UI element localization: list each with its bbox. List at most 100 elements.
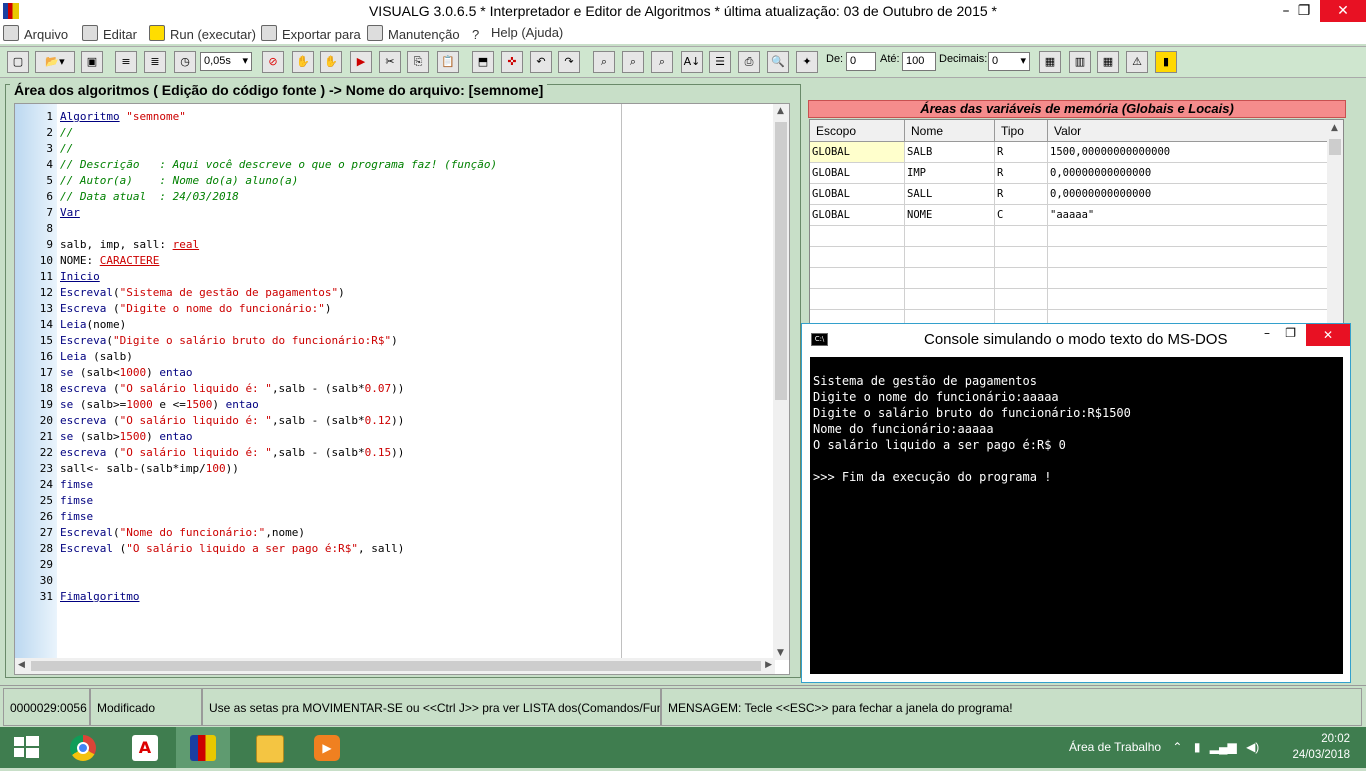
code-line[interactable]: 31 Fimalgoritmo <box>15 589 635 605</box>
exit-icon[interactable]: ▮ <box>1155 51 1177 73</box>
menu-manutencao[interactable]: Manutenção <box>367 25 460 42</box>
decimais-select[interactable]: 0 ▾ <box>988 52 1030 71</box>
restore-button[interactable]: ❐ <box>1286 0 1322 22</box>
start-button[interactable] <box>0 727 54 768</box>
speed-select[interactable]: 0,05s ▾ <box>200 52 252 71</box>
code-line[interactable]: 14 Leia(nome) <box>15 317 635 333</box>
console-close-button[interactable]: ✕ <box>1306 324 1350 346</box>
binoculars-icon[interactable]: ⌕ <box>593 51 615 73</box>
timer-icon[interactable]: ◷ <box>174 51 196 73</box>
code-editor[interactable]: 1 Algoritmo "semnome" 2 // 3 // 4 // Descrição … <box>14 103 790 675</box>
paste-icon[interactable]: 📋 <box>437 51 459 73</box>
code-line[interactable]: 24 fimse <box>15 477 635 493</box>
scroll-up-icon[interactable]: ▲ <box>1331 123 1338 133</box>
table-row[interactable] <box>810 267 1332 289</box>
signal-icon[interactable]: ▂▄▆ <box>1210 740 1237 754</box>
close-button[interactable]: ✕ <box>1320 0 1366 22</box>
code-line[interactable]: 28 Escreval ("O salário liquido a ser pag… <box>15 541 635 557</box>
menu-help[interactable]: ? Help (Ajuda) <box>472 25 563 42</box>
scroll-up-icon[interactable]: ▲ <box>777 106 784 116</box>
code-line[interactable]: 16 Leia (salb) <box>15 349 635 365</box>
visualg-taskbar-button[interactable] <box>176 727 230 768</box>
menu-arquivo[interactable]: Arquivo <box>3 25 68 42</box>
sort-icon[interactable]: A↓ <box>681 51 703 73</box>
warning-icon[interactable]: ⚠ <box>1126 51 1148 73</box>
print-icon[interactable]: ⎙ <box>738 51 760 73</box>
hand-icon[interactable]: ✋ <box>292 51 314 73</box>
code-line[interactable]: 4 // Descrição : Aqui você descreve o que… <box>15 157 635 173</box>
wand-icon[interactable]: ✦ <box>796 51 818 73</box>
code-line[interactable]: 8 <box>15 221 635 237</box>
find-next-icon[interactable]: ⌕ <box>651 51 673 73</box>
code-line[interactable]: 20 escreva ("O salário liquido é: ",salb … <box>15 413 635 429</box>
column-valor[interactable]: Valor <box>1047 120 1332 142</box>
new-file-icon[interactable]: ▢ <box>7 51 29 73</box>
save-icon[interactable]: ▣ <box>81 51 103 73</box>
code-line[interactable]: 27 Escreval("Nome do funcionário:",nome) <box>15 525 635 541</box>
find-replace-icon[interactable]: ⌕ <box>622 51 644 73</box>
code-line[interactable]: 21 se (salb>1500) entao <box>15 429 635 445</box>
menu-editar[interactable]: Editar <box>82 25 137 42</box>
undo-icon[interactable]: ↶ <box>530 51 552 73</box>
comment-icon[interactable]: ⬒ <box>472 51 494 73</box>
cut-icon[interactable]: ✂ <box>379 51 401 73</box>
unindent-icon[interactable]: ≣ <box>144 51 166 73</box>
code-line[interactable]: 15 Escreva("Digite o salário bruto do fun… <box>15 333 635 349</box>
editor-horizontal-scrollbar[interactable]: ◀ ▶ <box>15 658 775 674</box>
table-row[interactable]: GLOBAL NOME C "aaaaa" <box>810 204 1332 226</box>
code-line[interactable]: 3 // <box>15 141 635 157</box>
code-line[interactable]: 30 <box>15 573 635 589</box>
code-line[interactable]: 9 salb, imp, sall: real <box>15 237 635 253</box>
media-taskbar-button[interactable]: ▶ <box>300 727 354 768</box>
breakpoint-icon[interactable]: ✋ <box>320 51 342 73</box>
code-line[interactable]: 2 // <box>15 125 635 141</box>
column-nome[interactable]: Nome <box>904 120 995 142</box>
scroll-thumb[interactable] <box>31 661 761 671</box>
scroll-down-icon[interactable]: ▼ <box>777 648 784 658</box>
calendar-icon[interactable]: ▦ <box>1039 51 1061 73</box>
code-line[interactable]: 25 fimse <box>15 493 635 509</box>
variables-scrollbar[interactable]: ▲ <box>1327 120 1343 328</box>
table-row[interactable]: GLOBAL SALL R 0,00000000000000 <box>810 183 1332 205</box>
open-file-icon[interactable]: 📂▾ <box>35 51 75 73</box>
menu-run[interactable]: Run (executar) <box>149 25 256 42</box>
table-icon[interactable]: ▦ <box>1097 51 1119 73</box>
code-line[interactable]: 18 escreva ("O salário liquido é: ",salb … <box>15 381 635 397</box>
code-line[interactable]: 1 Algoritmo "semnome" <box>15 109 635 125</box>
code-line[interactable]: 13 Escreva ("Digite o nome do funcionário… <box>15 301 635 317</box>
table-row[interactable] <box>810 246 1332 268</box>
code-line[interactable]: 6 // Data atual : 24/03/2018 <box>15 189 635 205</box>
clock[interactable]: 20:02 24/03/2018 <box>1292 731 1350 763</box>
table-row[interactable]: GLOBAL SALB R 1500,00000000000000 <box>810 141 1332 163</box>
uncomment-icon[interactable]: ✜ <box>501 51 523 73</box>
code-line[interactable]: 17 se (salb<1000) entao <box>15 365 635 381</box>
volume-icon[interactable]: ◀) <box>1246 740 1259 754</box>
table-row[interactable] <box>810 288 1332 310</box>
editor-vertical-scrollbar[interactable]: ▲ ▼ <box>773 104 789 660</box>
print-preview-icon[interactable]: 🔍 <box>767 51 789 73</box>
scroll-thumb[interactable] <box>1329 139 1341 155</box>
de-input[interactable]: 0 <box>846 52 876 71</box>
explorer-taskbar-button[interactable] <box>242 727 296 768</box>
menu-exportar[interactable]: Exportar para <box>261 25 361 42</box>
column-tipo[interactable]: Tipo <box>994 120 1048 142</box>
redo-icon[interactable]: ↷ <box>558 51 580 73</box>
chrome-taskbar-button[interactable] <box>56 727 110 768</box>
copy-icon[interactable]: ⎘ <box>407 51 429 73</box>
table-row[interactable]: GLOBAL IMP R 0,00000000000000 <box>810 162 1332 184</box>
calculator-icon[interactable]: ▥ <box>1069 51 1091 73</box>
code-line[interactable]: 11 Inicio <box>15 269 635 285</box>
code-line[interactable]: 29 <box>15 557 635 573</box>
step-icon[interactable]: ▶ <box>350 51 372 73</box>
code-line[interactable]: 23 sall<- salb-(salb*imp/100)) <box>15 461 635 477</box>
console-minimize-button[interactable]: – <box>1264 326 1270 340</box>
column-escopo[interactable]: Escopo <box>810 120 905 142</box>
code-line[interactable]: 12 Escreval("Sistema de gestão de pagamen… <box>15 285 635 301</box>
network-icon[interactable]: ▮ <box>1194 740 1201 754</box>
indent-icon[interactable]: ≡ <box>115 51 137 73</box>
table-row[interactable] <box>810 225 1332 247</box>
code-line[interactable]: 26 fimse <box>15 509 635 525</box>
code-line[interactable]: 7 Var <box>15 205 635 221</box>
ate-input[interactable]: 100 <box>902 52 936 71</box>
list-icon[interactable]: ☰ <box>709 51 731 73</box>
